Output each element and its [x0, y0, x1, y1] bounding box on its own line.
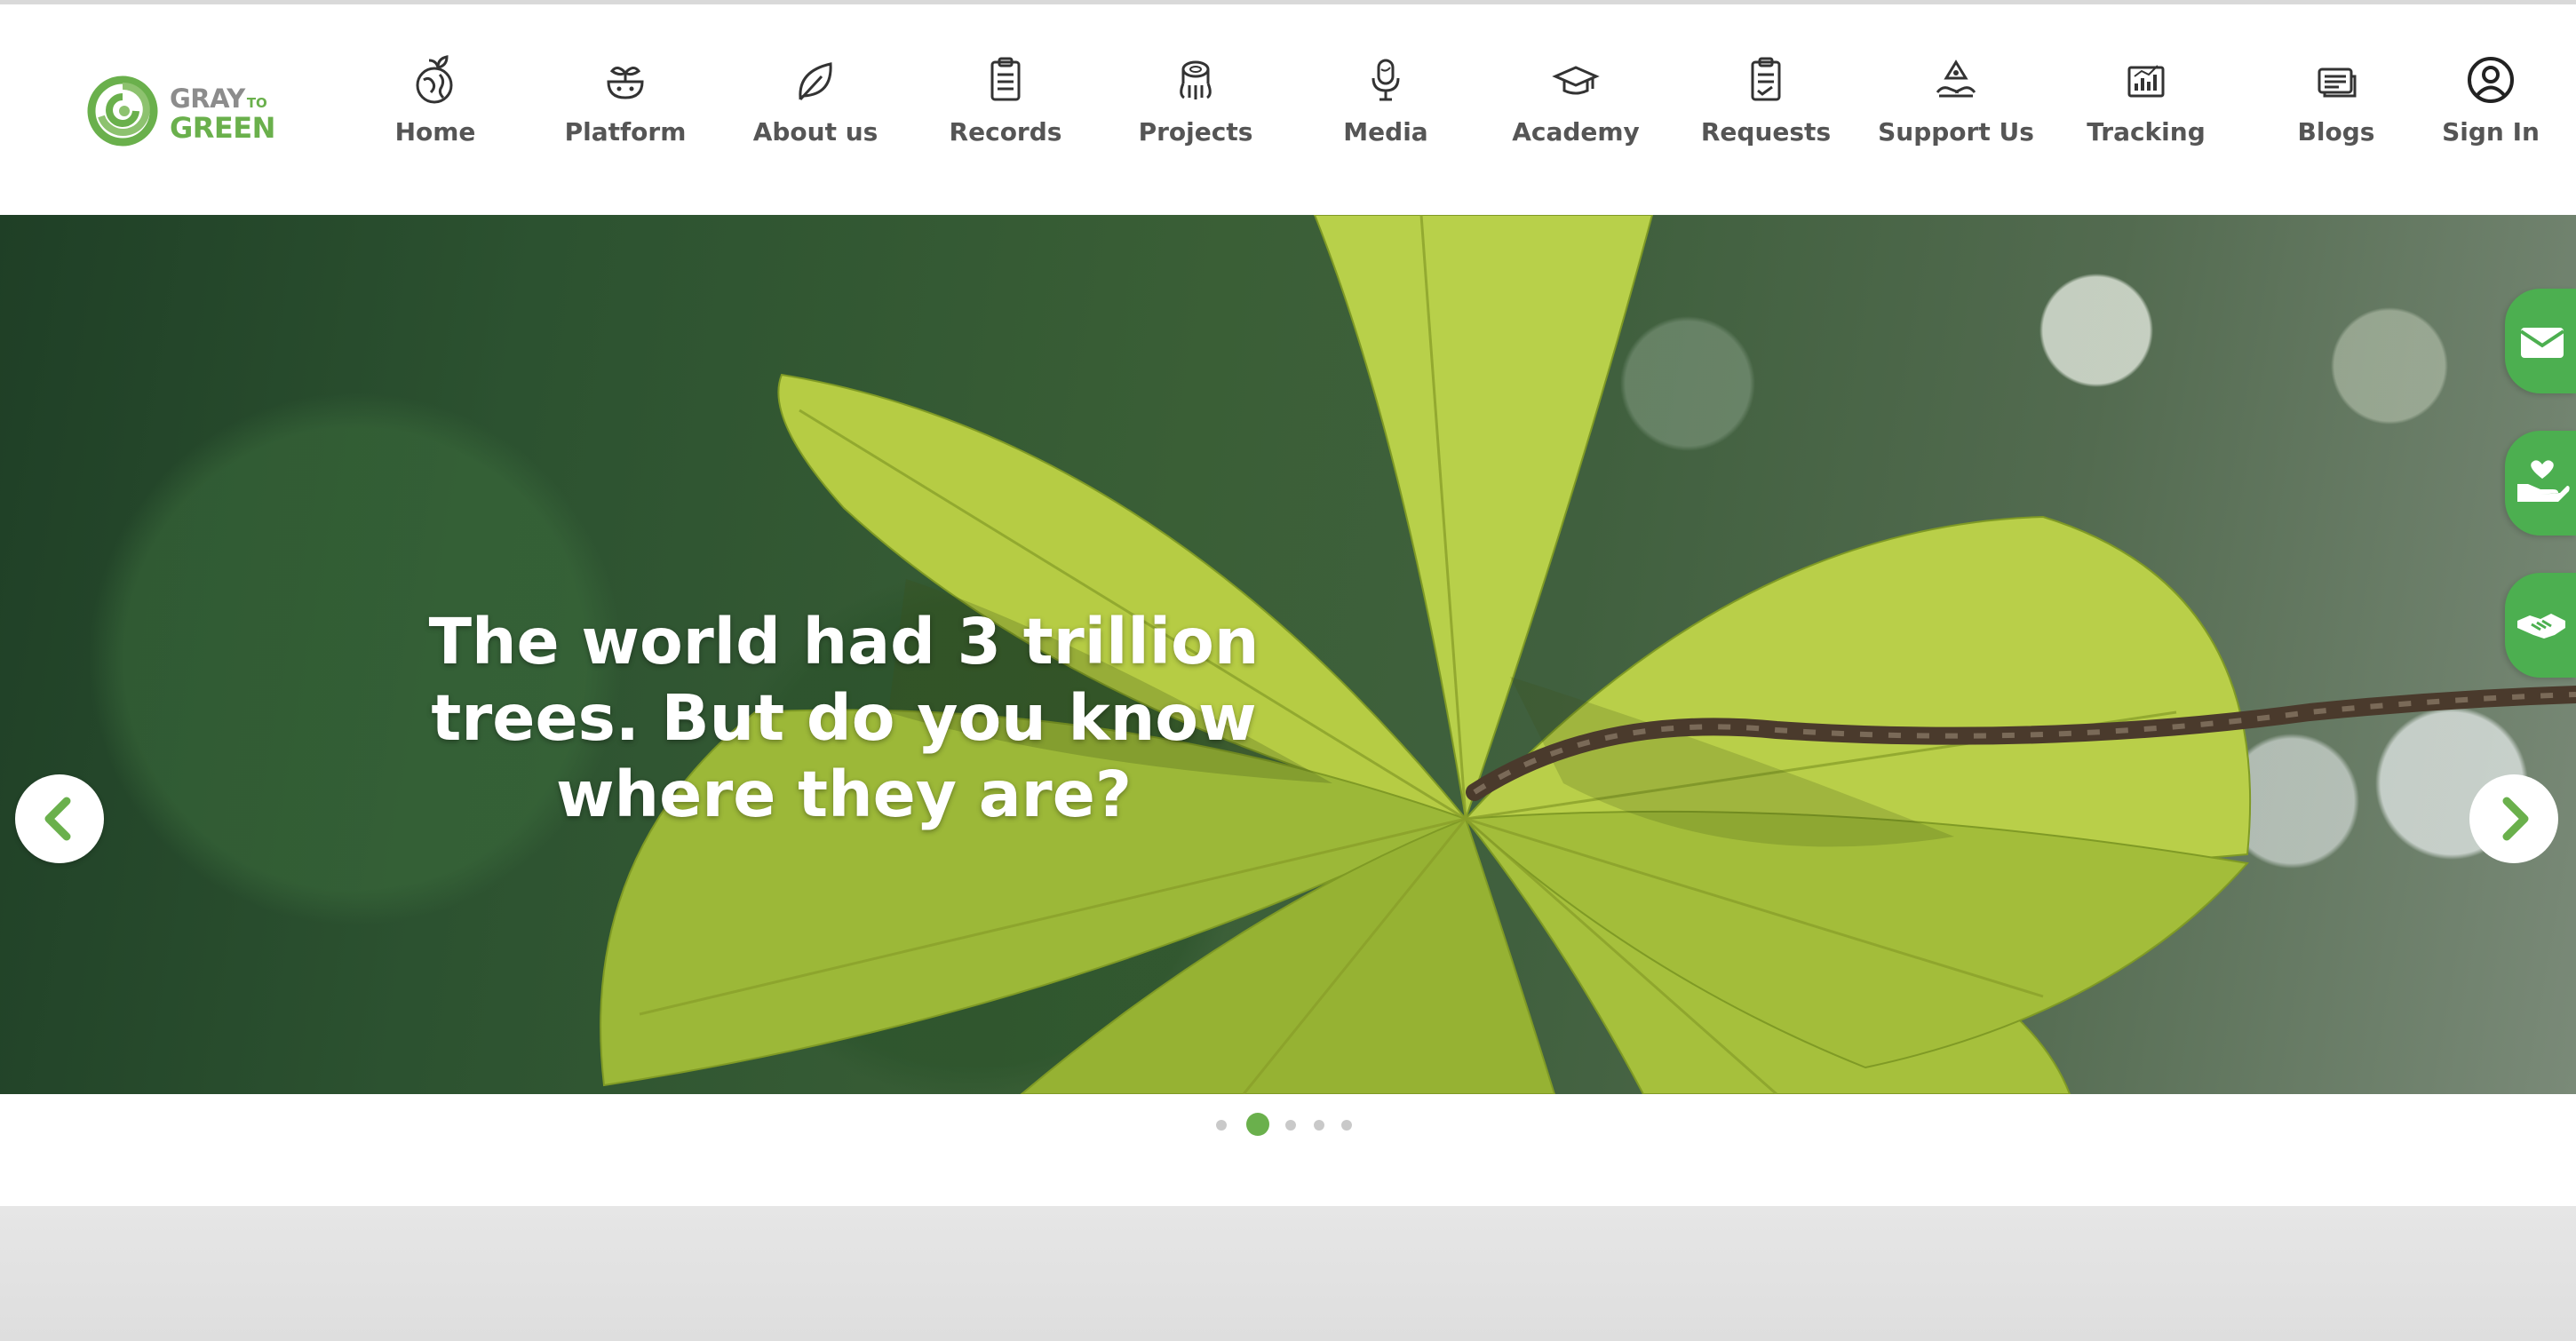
nav-label-sign-in: Sign In [2442, 117, 2540, 147]
microphone-icon [1371, 59, 1400, 101]
clipboard-check-icon [1751, 57, 1781, 101]
handshake-icon [2517, 614, 2565, 639]
graduation-cap-icon [1552, 66, 1600, 95]
carousel-next-button[interactable] [2469, 774, 2558, 863]
logo-word-to: TO [246, 95, 267, 111]
hero-headline: The world had 3 trillion trees. But do y… [428, 605, 1260, 831]
nav-label-support-us: Support Us [1878, 117, 2034, 147]
sprout-bowl-icon [607, 67, 644, 99]
contact-email-button[interactable] [2505, 289, 2576, 393]
globe-seedling-icon [416, 55, 453, 104]
hero-carousel: The world had 3 trillion trees. But do y… [0, 215, 2576, 1094]
nav-support-us[interactable]: Support Us [1867, 53, 2045, 147]
carousel-dot-5[interactable] [1341, 1120, 1352, 1131]
logo-wordmark: GRAY TO GREEN [170, 83, 275, 145]
carousel-dot-3[interactable] [1285, 1120, 1296, 1131]
logo-word-green: GREEN [170, 111, 275, 145]
bar-chart-icon [2127, 65, 2165, 98]
nav-projects[interactable]: Projects [1107, 53, 1284, 147]
logo-swirl-icon [87, 75, 158, 147]
nav-platform[interactable]: Platform [537, 53, 714, 147]
clipboard-list-icon [990, 57, 1021, 101]
nav-media[interactable]: Media [1297, 53, 1475, 147]
nav-requests[interactable]: Requests [1677, 53, 1855, 147]
nav-label-requests: Requests [1700, 117, 1832, 147]
chevron-right-icon [2502, 797, 2529, 841]
donate-button[interactable] [2505, 431, 2576, 536]
blog-card-icon [2318, 67, 2357, 98]
nav-academy[interactable]: Academy [1487, 53, 1665, 147]
next-section-background [0, 1206, 2576, 1341]
nav-label-projects: Projects [1138, 117, 1253, 147]
partner-button[interactable] [2505, 573, 2576, 678]
nav-records[interactable]: Records [917, 53, 1094, 147]
nav-sign-in[interactable]: Sign In [2402, 53, 2576, 147]
navbar: GRAY TO GREEN Home Platform About us Rec… [0, 4, 2576, 215]
nav-label-about-us: About us [752, 117, 879, 147]
carousel-prev-button[interactable] [15, 774, 104, 863]
hands-recycle-icon [1936, 60, 1976, 98]
nav-label-platform: Platform [564, 117, 687, 147]
user-circle-icon [2468, 57, 2514, 103]
hand-heart-icon [2517, 460, 2570, 502]
nav-blogs[interactable]: Blogs [2247, 53, 2425, 147]
nav-label-home: Home [394, 117, 476, 147]
tree-stump-icon [1180, 60, 1212, 99]
carousel-dot-4[interactable] [1314, 1120, 1324, 1131]
logo-word-gray: GRAY [170, 83, 245, 114]
carousel-dot-1[interactable] [1216, 1120, 1227, 1131]
chevron-left-icon [44, 797, 71, 841]
nav-about-us[interactable]: About us [727, 53, 904, 147]
leaf-icon [799, 62, 832, 101]
nav-home[interactable]: Home [346, 53, 524, 147]
nav-label-records: Records [949, 117, 1062, 147]
nav-tracking[interactable]: Tracking [2057, 53, 2235, 147]
carousel-dot-2[interactable] [1246, 1113, 1269, 1136]
nav-label-blogs: Blogs [2297, 117, 2375, 147]
nav-label-tracking: Tracking [2087, 117, 2206, 147]
nav-label-academy: Academy [1512, 117, 1640, 147]
site-logo[interactable]: GRAY TO GREEN [87, 75, 282, 147]
nav-label-media: Media [1343, 117, 1428, 147]
envelope-icon [2519, 328, 2565, 358]
